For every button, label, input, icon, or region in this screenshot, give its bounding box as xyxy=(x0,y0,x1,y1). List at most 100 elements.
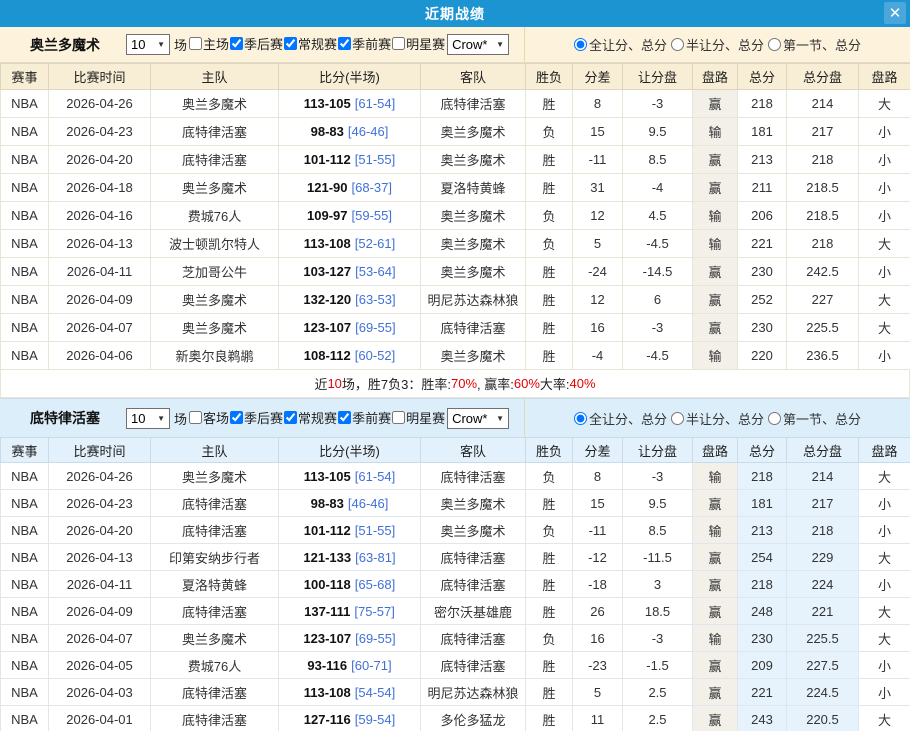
filter-checkbox[interactable]: 主场 xyxy=(188,34,229,53)
record-summary: 近 10 场，胜7负3：胜率: 70% , 赢率: 60% 大率: 40% xyxy=(0,370,910,398)
filter-checkbox[interactable]: 明星赛 xyxy=(391,408,445,427)
halftime-score: [51-55] xyxy=(355,523,395,538)
score-cell: 113-105[61-54] xyxy=(279,463,421,490)
home-team-cell: 底特律活塞 xyxy=(151,706,279,731)
checkbox-input[interactable] xyxy=(284,411,297,424)
halftime-score: [54-54] xyxy=(355,685,395,700)
scope-radio[interactable]: 第一节、总分 xyxy=(768,409,861,428)
column-header: 总分 xyxy=(738,64,787,90)
source-select[interactable]: Crow*▼ xyxy=(447,408,509,429)
handicap-outcome-cell: 赢 xyxy=(693,90,738,118)
radio-input[interactable] xyxy=(768,38,781,51)
game-row: NBA2026-04-03底特律活塞113-108[54-54]明尼苏达森林狼胜… xyxy=(1,679,910,706)
date-cell: 2026-04-11 xyxy=(49,258,151,286)
score-cell: 98-83[46-46] xyxy=(279,118,421,146)
checkbox-input[interactable] xyxy=(392,411,405,424)
total-points-cell: 221 xyxy=(738,230,787,258)
total-points-cell: 230 xyxy=(738,258,787,286)
over-under-cell: 小 xyxy=(859,258,910,286)
checkbox-input[interactable] xyxy=(338,411,351,424)
league-cell: NBA xyxy=(1,258,49,286)
date-cell: 2026-04-07 xyxy=(49,625,151,652)
filter-checkbox[interactable]: 季后赛 xyxy=(229,34,283,53)
modal-title: 近期战绩 xyxy=(425,4,485,24)
final-score: 103-127 xyxy=(303,264,351,279)
score-cell: 108-112[60-52] xyxy=(279,342,421,370)
close-icon[interactable]: ✕ xyxy=(884,2,906,24)
point-diff-cell: 8 xyxy=(573,463,623,490)
total-points-cell: 220 xyxy=(738,342,787,370)
radio-input[interactable] xyxy=(574,38,587,51)
filter-checkbox[interactable]: 常规赛 xyxy=(283,34,337,53)
chevron-down-icon: ▼ xyxy=(496,414,504,423)
radio-input[interactable] xyxy=(768,412,781,425)
date-cell: 2026-04-09 xyxy=(49,598,151,625)
total-points-cell: 209 xyxy=(738,652,787,679)
radio-input[interactable] xyxy=(671,412,684,425)
source-select[interactable]: Crow*▼ xyxy=(447,34,509,55)
radio-input[interactable] xyxy=(574,412,587,425)
total-line-cell: 214 xyxy=(787,463,859,490)
date-cell: 2026-04-20 xyxy=(49,146,151,174)
date-cell: 2026-04-16 xyxy=(49,202,151,230)
checkbox-input[interactable] xyxy=(284,37,297,50)
table-header-row: 赛事比赛时间主队比分(半场)客队胜负分差让分盘盘路总分总分盘盘路 xyxy=(1,64,910,90)
radio-input[interactable] xyxy=(671,38,684,51)
handicap-outcome-cell: 赢 xyxy=(693,314,738,342)
halftime-score: [60-71] xyxy=(351,658,391,673)
total-points-cell: 211 xyxy=(738,174,787,202)
total-points-cell: 181 xyxy=(738,118,787,146)
scope-radio[interactable]: 半让分、总分 xyxy=(671,409,764,428)
filter-checkbox[interactable]: 明星赛 xyxy=(391,34,445,53)
handicap-outcome-cell: 赢 xyxy=(693,490,738,517)
handicap-outcome-cell: 输 xyxy=(693,202,738,230)
chevron-down-icon: ▼ xyxy=(157,414,165,423)
games-count-select[interactable]: 10▼ xyxy=(126,34,170,55)
score-cell: 101-112[51-55] xyxy=(279,146,421,174)
team-name-label: 底特律活塞 xyxy=(30,408,100,428)
date-cell: 2026-04-20 xyxy=(49,517,151,544)
filter-checkbox[interactable]: 客场 xyxy=(188,408,229,427)
filter-checkbox[interactable]: 季前赛 xyxy=(337,408,391,427)
checkbox-input[interactable] xyxy=(189,37,202,50)
halftime-score: [69-55] xyxy=(355,631,395,646)
league-cell: NBA xyxy=(1,598,49,625)
column-header: 赛事 xyxy=(1,64,49,90)
date-cell: 2026-04-03 xyxy=(49,679,151,706)
column-header: 总分盘 xyxy=(787,64,859,90)
scope-radio[interactable]: 第一节、总分 xyxy=(768,35,861,54)
checkbox-input[interactable] xyxy=(338,37,351,50)
scope-radio[interactable]: 全让分、总分 xyxy=(574,35,667,54)
games-count-select[interactable]: 10▼ xyxy=(126,408,170,429)
halftime-score: [63-53] xyxy=(355,292,395,307)
total-line-cell: 221 xyxy=(787,598,859,625)
scope-radio[interactable]: 全让分、总分 xyxy=(574,409,667,428)
checkbox-input[interactable] xyxy=(392,37,405,50)
league-cell: NBA xyxy=(1,202,49,230)
home-team-cell: 底特律活塞 xyxy=(151,517,279,544)
column-header: 盘路 xyxy=(859,438,910,463)
total-line-cell: 224 xyxy=(787,571,859,598)
away-team-cell: 奥兰多魔术 xyxy=(421,490,526,517)
away-team-cell: 奥兰多魔术 xyxy=(421,118,526,146)
handicap-outcome-cell: 赢 xyxy=(693,706,738,731)
checkbox-input[interactable] xyxy=(230,411,243,424)
filter-checkbox[interactable]: 季后赛 xyxy=(229,408,283,427)
halftime-score: [75-57] xyxy=(354,604,394,619)
filter-checkbox[interactable]: 季前赛 xyxy=(337,34,391,53)
filterbar: 底特律活塞 10▼ 场 客场季后赛常规赛季前赛明星赛 Crow*▼ 全让分、总分… xyxy=(0,398,910,437)
date-cell: 2026-04-09 xyxy=(49,286,151,314)
over-under-cell: 小 xyxy=(859,342,910,370)
home-team-cell: 奥兰多魔术 xyxy=(151,463,279,490)
checkbox-input[interactable] xyxy=(230,37,243,50)
league-cell: NBA xyxy=(1,342,49,370)
column-header: 让分盘 xyxy=(623,64,693,90)
final-score: 137-111 xyxy=(304,604,350,619)
total-points-cell: 181 xyxy=(738,490,787,517)
home-team-cell: 夏洛特黄蜂 xyxy=(151,571,279,598)
home-team-cell: 芝加哥公牛 xyxy=(151,258,279,286)
scope-radio[interactable]: 半让分、总分 xyxy=(671,35,764,54)
filter-checkbox[interactable]: 常规赛 xyxy=(283,408,337,427)
summary-stat-value: 70% xyxy=(451,376,477,391)
checkbox-input[interactable] xyxy=(189,411,202,424)
